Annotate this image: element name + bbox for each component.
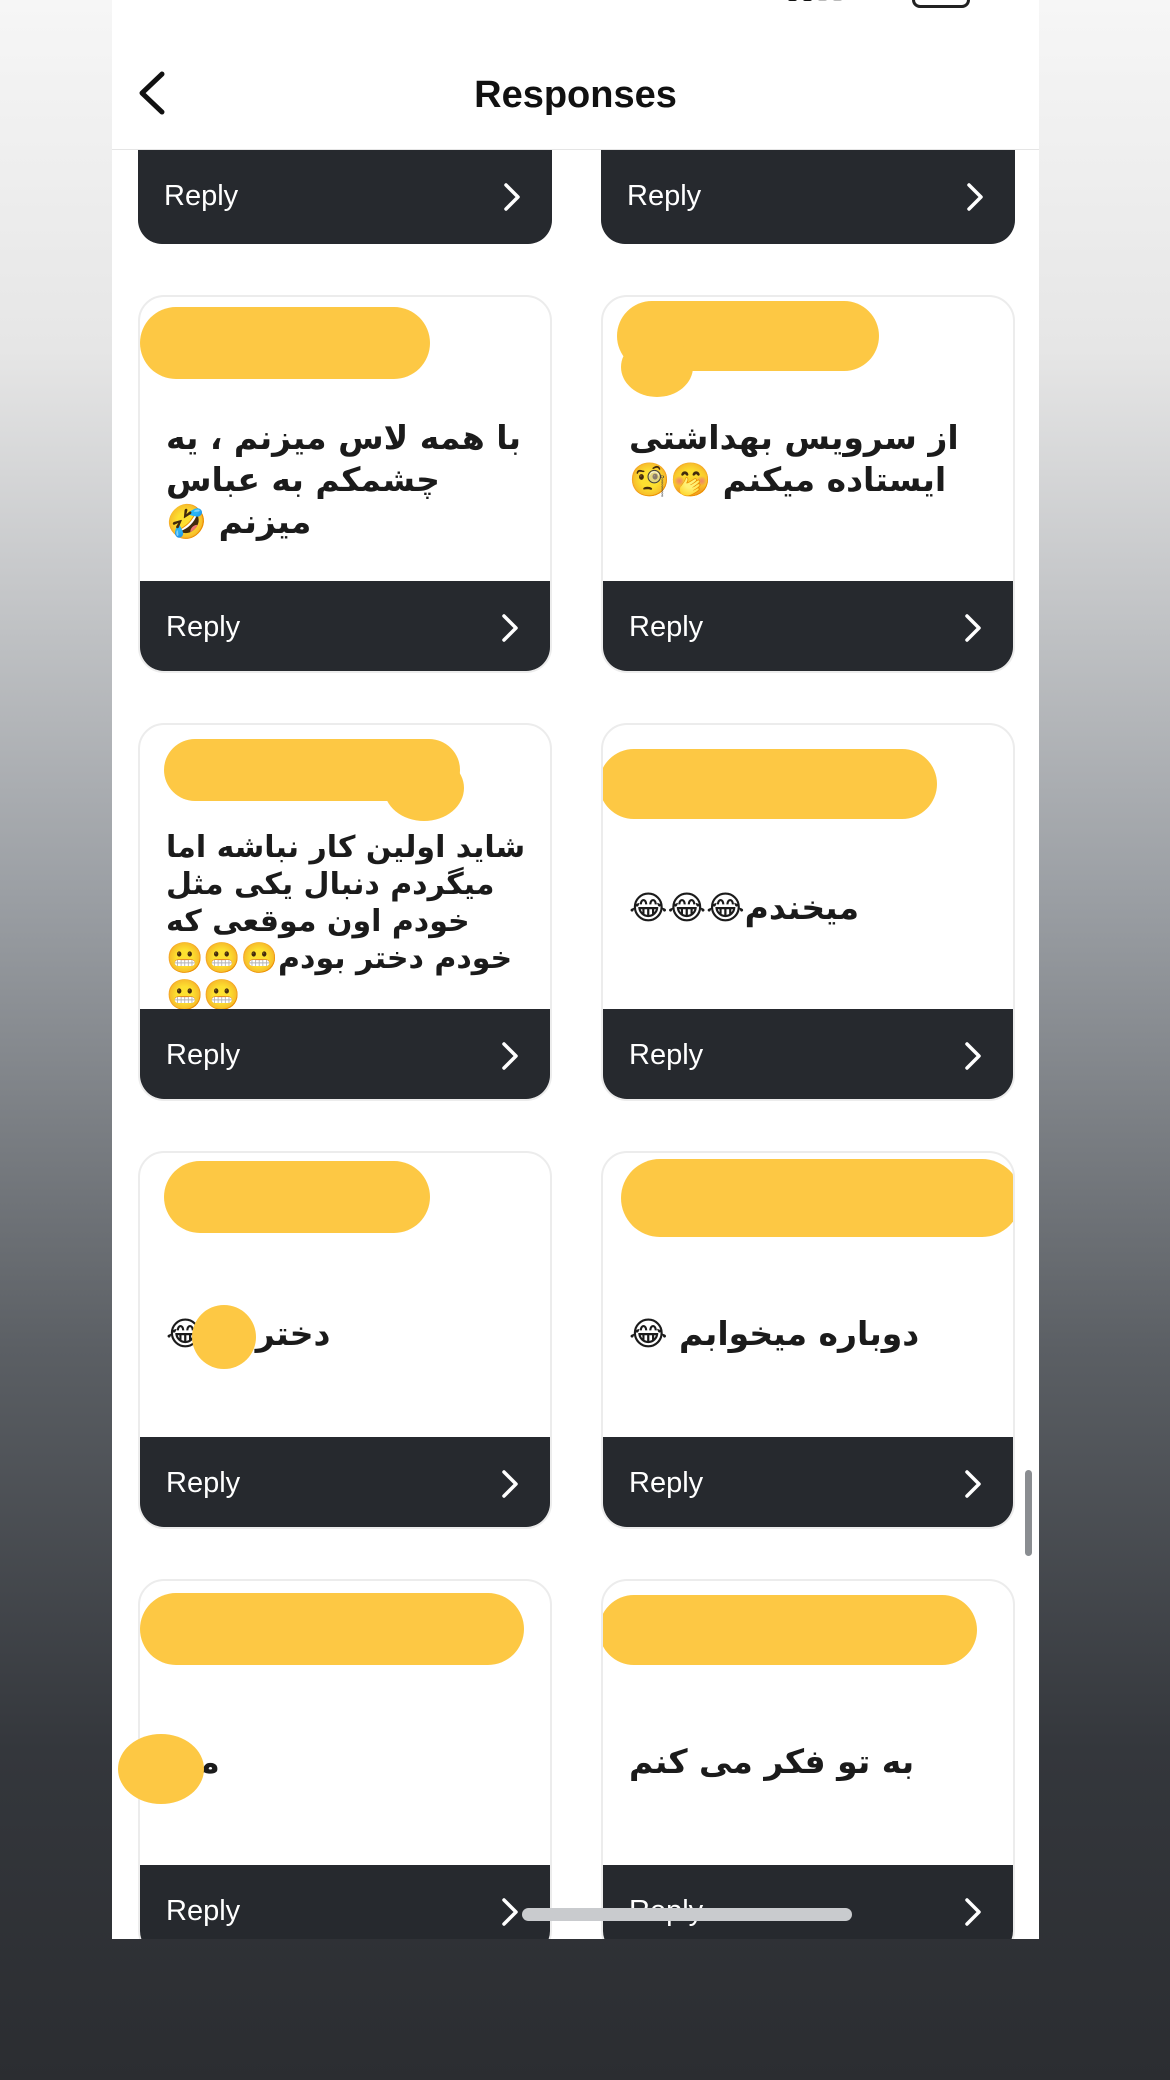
chevron-right-icon bbox=[965, 614, 981, 642]
reply-label: Reply bbox=[629, 1039, 704, 1071]
response-text: شاید اولین کار نباشه اما میگردم دنبال یک… bbox=[166, 830, 526, 1013]
response-text: دوباره میخوابم 😂 bbox=[629, 1314, 920, 1353]
response-card: دوباره میخوابم 😂 Reply bbox=[601, 1151, 1015, 1529]
chevron-right-icon bbox=[502, 614, 518, 642]
redacted-username bbox=[164, 1161, 430, 1233]
reply-label: Reply bbox=[627, 180, 702, 212]
reply-button[interactable]: Reply bbox=[601, 150, 1015, 244]
chevron-right-icon bbox=[965, 1470, 981, 1498]
reply-button[interactable]: Reply bbox=[140, 1009, 550, 1099]
reply-button[interactable]: Reply bbox=[140, 1437, 550, 1527]
response-text: از سرویس بهداشتی ایستاده میکنم 🤭🧐 bbox=[629, 418, 959, 499]
page-title: Responses bbox=[474, 74, 677, 116]
reply-label: Reply bbox=[166, 611, 241, 643]
chevron-right-icon bbox=[967, 183, 983, 211]
signal-icon bbox=[788, 0, 842, 1]
redacted-avatar bbox=[118, 1734, 204, 1804]
reply-label: Reply bbox=[166, 1895, 241, 1927]
response-card: شاید اولین کار نباشه اما میگردم دنبال یک… bbox=[138, 723, 552, 1101]
chevron-right-icon bbox=[965, 1042, 981, 1070]
response-card: میخندم😂😂😂 Reply bbox=[601, 723, 1015, 1101]
reply-label: Reply bbox=[164, 180, 239, 212]
reply-label: Reply bbox=[166, 1039, 241, 1071]
redacted-username bbox=[621, 1159, 1013, 1237]
response-card: با همه لاس میزنم ، یه چشمکم به عباس میزن… bbox=[138, 295, 552, 673]
reply-button[interactable]: Reply bbox=[603, 581, 1013, 671]
reply-button[interactable]: Reply bbox=[138, 150, 552, 244]
response-text: می bbox=[166, 1741, 526, 1783]
scrollbar[interactable] bbox=[1025, 1470, 1032, 1556]
reply-label: Reply bbox=[629, 1467, 704, 1499]
chevron-right-icon bbox=[502, 1898, 518, 1926]
redacted-username bbox=[140, 1593, 524, 1665]
reply-label: Reply bbox=[166, 1467, 241, 1499]
redacted-username bbox=[603, 1595, 977, 1665]
response-card: از سرویس بهداشتی ایستاده میکنم 🤭🧐 Reply bbox=[601, 295, 1015, 673]
chevron-right-icon bbox=[965, 1898, 981, 1926]
response-card: دختر کر😂 Reply bbox=[138, 1151, 552, 1529]
reply-button[interactable]: Reply bbox=[140, 1865, 550, 1939]
reply-button[interactable]: Reply bbox=[603, 1009, 1013, 1099]
response-text: با همه لاس میزنم ، یه چشمکم به عباس میزن… bbox=[166, 418, 521, 541]
reply-button[interactable]: Reply bbox=[140, 581, 550, 671]
reply-button[interactable]: Reply bbox=[603, 1865, 1013, 1939]
chevron-right-icon bbox=[502, 1470, 518, 1498]
nav-header: Responses bbox=[112, 40, 1039, 150]
home-indicator[interactable] bbox=[522, 1908, 852, 1921]
redacted-emoji bbox=[192, 1305, 256, 1369]
reply-button[interactable]: Reply bbox=[603, 1437, 1013, 1527]
battery-icon bbox=[912, 0, 970, 8]
reply-label: Reply bbox=[629, 611, 704, 643]
status-bar bbox=[112, 0, 1039, 14]
redacted-username bbox=[140, 307, 430, 379]
response-card: به تو فکر می کنم Reply bbox=[601, 1579, 1015, 1939]
app-screen: Responses Reply Reply با همه لاس میزنم ،… bbox=[112, 0, 1039, 1939]
chevron-right-icon bbox=[504, 183, 520, 211]
response-text: به تو فکر می کنم bbox=[629, 1742, 915, 1781]
redacted-username bbox=[603, 749, 937, 819]
redacted-avatar bbox=[621, 337, 693, 397]
response-text: میخندم😂😂😂 bbox=[629, 888, 860, 927]
redacted-avatar bbox=[384, 755, 464, 821]
chevron-right-icon bbox=[502, 1042, 518, 1070]
